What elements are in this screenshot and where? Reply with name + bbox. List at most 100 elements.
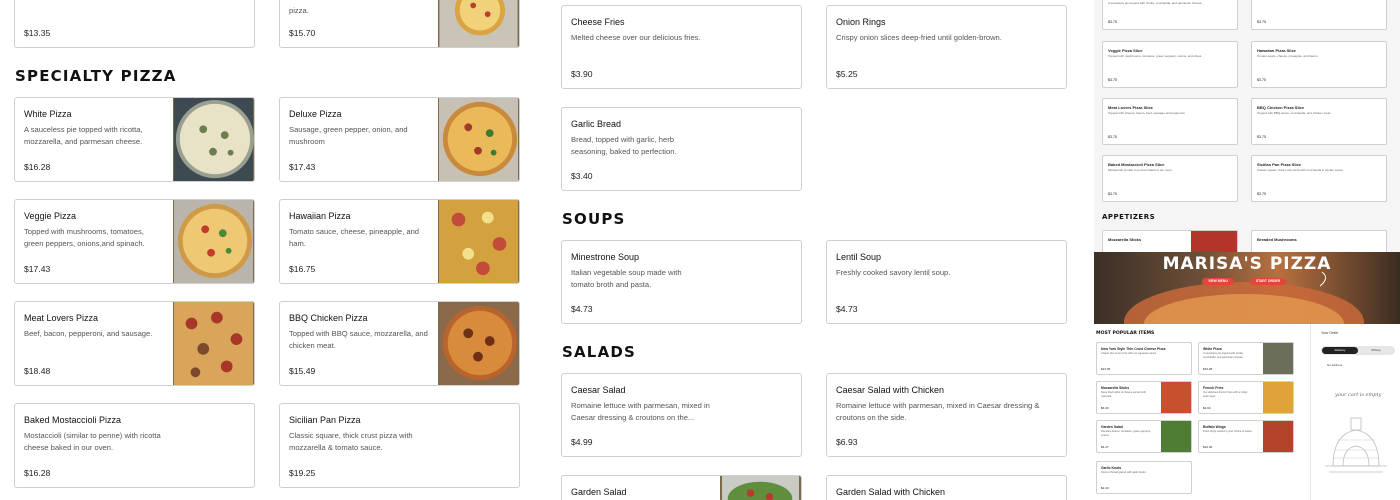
hero-title: MARISA'S PIZZA <box>1162 254 1332 274</box>
item-description: Melted cheese over our delicious fries. <box>571 33 701 42</box>
preview-slice-card[interactable]: Meat Lovers Pizza Slice Topped with chee… <box>1102 98 1238 145</box>
popular-item-desc: Romaine lettuce, tomatoes, green peppers… <box>1101 430 1151 437</box>
item-name: Caesar Salad with Chicken <box>836 385 945 395</box>
preview-most-popular: MOST POPULAR ITEMS New York Style Thin C… <box>1094 324 1310 500</box>
item-name: Minestrone Soup <box>571 252 640 262</box>
menu-item-card[interactable]: Hawaiian Pizza Tomato sauce, cheese, pin… <box>279 199 520 284</box>
popular-item-price: $13.35 <box>1101 367 1111 371</box>
section-title-specialty-pizza: SPECIALTY PIZZA <box>15 67 177 85</box>
popular-item-name: Buffalo Wings <box>1203 425 1226 429</box>
preview-slice-price: $3.75 <box>1257 78 1266 82</box>
preview-slice-desc: Mostaccioli (similar to penne) baked in … <box>1108 168 1173 172</box>
pickup-option[interactable]: Pickup <box>1358 347 1394 354</box>
item-description: pizza. <box>289 6 309 15</box>
popular-item-image <box>1263 343 1293 374</box>
preview-slice-card[interactable]: Veggie Pizza Slice Topped with mushrooms… <box>1102 41 1238 88</box>
popular-item-price: $16.28 <box>1203 367 1213 371</box>
item-price: $15.70 <box>289 28 316 38</box>
item-image <box>173 200 254 283</box>
item-name: White Pizza <box>24 109 72 119</box>
menu-item-card[interactable]: Minestrone Soup Italian vegetable soup m… <box>561 240 802 324</box>
popular-item-name: Garden Salad <box>1101 425 1123 429</box>
item-name: Caesar Salad <box>571 385 626 395</box>
menu-item-card[interactable]: BBQ Chicken Pizza Topped with BBQ sauce,… <box>279 301 520 386</box>
preview-slice-card[interactable]: Baked Mostaccioli Pizza Slice Mostacciol… <box>1102 155 1238 202</box>
preview-slice-card[interactable]: A sauceless pie topped with ricotta, moz… <box>1102 0 1238 30</box>
menu-item-card[interactable]: Veggie Pizza Topped with mushrooms, toma… <box>14 199 255 284</box>
preview-slice-card[interactable]: BBQ Chicken Pizza Slice Topped with BBQ … <box>1251 98 1387 145</box>
popular-item-card[interactable]: White Pizza A sauceless pie topped with … <box>1198 342 1294 375</box>
popular-item-card[interactable]: Garlic Knots Knots of bread glazed with … <box>1096 461 1192 494</box>
preview-slice-desc: Classic square, thick crust pizza with m… <box>1257 168 1344 172</box>
item-description: Classic square, thick crust pizza with m… <box>289 431 413 452</box>
preview-slice-price: $3.75 <box>1108 78 1117 82</box>
item-name: Garden Salad <box>571 487 627 497</box>
item-price: $16.28 <box>24 468 51 478</box>
popular-item-card[interactable]: Mozzarella Sticks Deep fried sticks of c… <box>1096 381 1192 414</box>
popular-item-image <box>1263 382 1293 413</box>
menu-item-card[interactable]: Sicilian Pan Pizza Classic square, thick… <box>279 403 520 488</box>
popular-item-price: $4.47 <box>1101 445 1109 449</box>
menu-item-card[interactable]: pizza. $15.70 <box>279 0 520 48</box>
menu-item-card[interactable]: Caesar Salad Romaine lettuce with parmes… <box>561 373 802 457</box>
item-name: Garlic Bread <box>571 119 622 129</box>
item-image <box>438 0 519 47</box>
item-image <box>173 302 254 385</box>
popular-item-desc: A sauceless pie topped with ricotta, moz… <box>1203 352 1244 359</box>
menu-item-card[interactable]: Caesar Salad with Chicken Romaine lettuc… <box>826 373 1067 457</box>
item-image <box>438 200 519 283</box>
preview-slice-desc: Topped with BBQ sauce, mozzarella, and c… <box>1257 111 1332 115</box>
item-description: Topped with mushrooms, tomatoes, green p… <box>24 227 145 248</box>
item-description: Bread, topped with garlic, herb seasonin… <box>571 135 677 156</box>
menu-item-card[interactable]: Onion Rings Crispy onion slices deep-fri… <box>826 5 1067 89</box>
preview-slice-price: $3.75 <box>1257 192 1266 196</box>
item-description: Freshly cooked savory lentil soup. <box>836 268 951 277</box>
preview-slice-name: Veggie Pizza Slice <box>1108 48 1143 53</box>
section-title-soups: SOUPS <box>562 210 626 228</box>
preview-slice-desc: A sauceless pie topped with ricotta, moz… <box>1108 1 1203 5</box>
preview-appetizers-title: APPETIZERS <box>1102 213 1156 221</box>
item-name: Onion Rings <box>836 17 886 27</box>
item-name: Baked Mostaccioli Pizza <box>24 415 122 425</box>
menu-item-card[interactable]: Garden Salad <box>561 475 802 500</box>
popular-item-name: New York Style Thin Crust Cheese Pizza <box>1101 347 1166 351</box>
menu-item-card[interactable]: Garlic Bread Bread, topped with garlic, … <box>561 107 802 191</box>
menu-item-card[interactable]: Baked Mostaccioli Pizza Mostaccioli (sim… <box>14 403 255 488</box>
popular-item-card[interactable]: New York Style Thin Crust Cheese Pizza C… <box>1096 342 1192 375</box>
empty-cart-text: your cart is empty <box>1335 392 1382 398</box>
address-text[interactable]: No address <box>1327 363 1342 367</box>
preview-slice-card[interactable]: Hawaiian Pizza Slice Tomato sauce, chees… <box>1251 41 1387 88</box>
popular-item-card[interactable]: Buffalo Wings Fried wings tossed in your… <box>1198 420 1294 453</box>
popular-item-price: $10.46 <box>1203 445 1213 449</box>
menu-item-card[interactable]: Cheese Fries Melted cheese over our deli… <box>561 5 802 89</box>
menu-item-card[interactable]: Lentil Soup Freshly cooked savory lentil… <box>826 240 1067 324</box>
menu-item-card[interactable]: Garden Salad with Chicken <box>826 475 1067 500</box>
menu-item-card[interactable]: $13.35 <box>14 0 255 48</box>
delivery-pickup-toggle[interactable]: Delivery Pickup <box>1321 346 1395 355</box>
start-order-button[interactable]: START ORDER <box>1250 278 1286 285</box>
popular-item-card[interactable]: Garden Salad Romaine lettuce, tomatoes, … <box>1096 420 1192 453</box>
popular-item-desc: Our delicious French fries with a crispy… <box>1203 391 1248 398</box>
preview-slice-card[interactable]: $3.75 <box>1251 0 1387 30</box>
delivery-option[interactable]: Delivery <box>1322 347 1358 354</box>
menu-item-card[interactable]: Meat Lovers Pizza Beef, bacon, pepperoni… <box>14 301 255 386</box>
menu-item-card[interactable]: White Pizza A sauceless pie topped with … <box>14 97 255 182</box>
preview-app-name: Breaded Mushrooms <box>1257 237 1297 242</box>
preview-slice-card[interactable]: Sicilian Pan Pizza Slice Classic square,… <box>1251 155 1387 202</box>
popular-item-price: $2.90 <box>1203 406 1211 410</box>
item-price: $18.48 <box>24 366 51 376</box>
item-price: $3.90 <box>571 69 593 79</box>
view-menu-button[interactable]: VIEW MENU <box>1202 278 1234 285</box>
item-description: A sauceless pie topped with ricotta, moz… <box>24 125 143 146</box>
item-description: Romaine lettuce with parmesan, mixed in … <box>571 401 710 422</box>
popular-item-card[interactable]: French Fries Our delicious French fries … <box>1198 381 1294 414</box>
item-price: $4.73 <box>571 304 593 314</box>
menu-item-card[interactable]: Deluxe Pizza Sausage, green pepper, onio… <box>279 97 520 182</box>
item-image <box>720 476 801 500</box>
preview-slice-name: BBQ Chicken Pizza Slice <box>1257 105 1305 110</box>
popular-item-price: $2.40 <box>1101 486 1109 490</box>
item-description: Topped with BBQ sauce, mozzarella, and c… <box>289 329 428 350</box>
popular-item-name: Mozzarella Sticks <box>1101 386 1130 390</box>
preview-slice-price: $3.75 <box>1257 135 1266 139</box>
item-name: Hawaiian Pizza <box>289 211 351 221</box>
